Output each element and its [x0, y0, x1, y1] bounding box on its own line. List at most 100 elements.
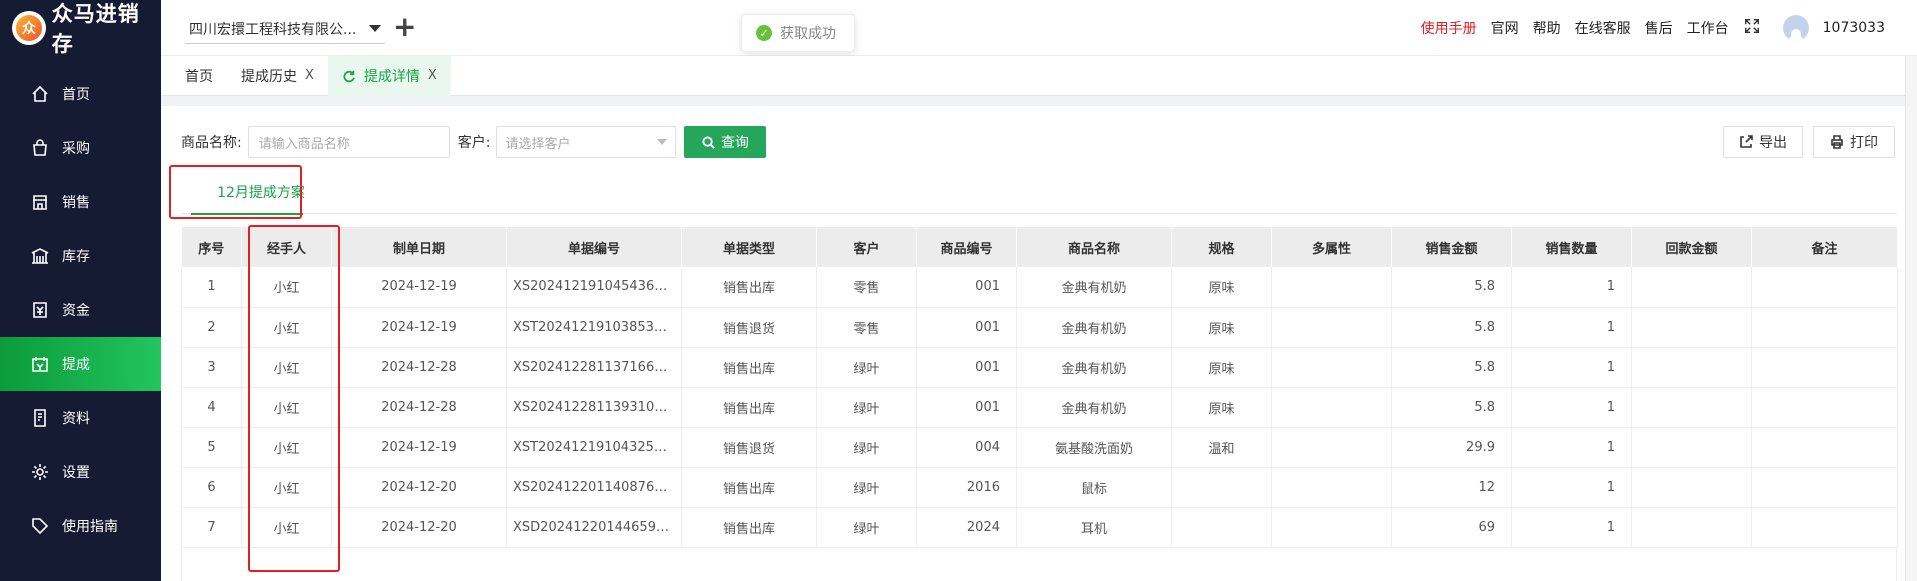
table-cell [1751, 307, 1898, 348]
table-row[interactable]: 7 小红 2024-12-20 XSD2024122014465917... 销售出库绿… [181, 507, 1898, 548]
table-cell: 小红 [241, 467, 332, 508]
table-cell: 销售出库 [681, 467, 817, 508]
column-header[interactable]: 销售金额 [1391, 227, 1512, 267]
table-cell: XS2024122011408766693 [506, 467, 682, 508]
column-header[interactable]: 商品编号 [916, 227, 1017, 267]
table-row[interactable]: 5 小红 2024-12-19 XST20241219104325623... 销售退货… [181, 427, 1898, 468]
sidebar-item-inventory[interactable]: 库存 [0, 229, 161, 283]
table-cell [1271, 507, 1392, 548]
column-header[interactable]: 单据编号 [506, 227, 682, 267]
table-row[interactable]: 1 小红 2024-12-19 XS202412191045436471... 销售出库… [181, 267, 1898, 308]
sidebar-item-guide[interactable]: 使用指南 [0, 499, 161, 553]
customer-select[interactable]: 请选择客户 [496, 126, 677, 158]
sidebar-item-label: 资金 [62, 303, 90, 319]
sidebar-item-settings[interactable]: 设置 [0, 445, 161, 499]
bag-icon [33, 139, 47, 156]
table-cell: 2024-12-20 [331, 507, 507, 548]
table-cell: 鼠标 [1016, 467, 1172, 508]
table-row[interactable]: 4 小红 2024-12-28 XS202412281139310198... 销售出库… [181, 387, 1898, 428]
link-aftersales[interactable]: 售后 [1645, 18, 1673, 38]
link-support[interactable]: 在线客服 [1575, 18, 1631, 38]
table-cell: 小红 [241, 347, 332, 388]
tab-commission-detail[interactable]: 提成详情 X [327, 55, 451, 96]
table-cell: 金典有机奶 [1016, 307, 1172, 348]
query-button[interactable]: 查询 [684, 126, 767, 158]
table-cell: 7 [181, 507, 242, 548]
table-cell: XST20241219104325623... [506, 427, 682, 468]
table-row[interactable]: 6 小红 2024-12-20 XS2024122011408766693 销售出库 绿叶… [181, 467, 1898, 508]
avatar[interactable] [1782, 15, 1809, 41]
product-name-input[interactable]: 请输入商品名称 [247, 126, 450, 158]
close-icon[interactable]: X [428, 68, 437, 83]
column-header[interactable]: 制单日期 [331, 227, 507, 267]
table-row[interactable]: 2 小红 2024-12-19 XST20241219103853511... 销售退货… [181, 307, 1898, 348]
table-cell: 销售出库 [681, 347, 817, 388]
table-cell: 小红 [241, 307, 332, 348]
link-workbench[interactable]: 工作台 [1687, 18, 1729, 38]
scrollbar[interactable] [1905, 56, 1917, 581]
table-cell: 金典有机奶 [1016, 267, 1172, 308]
sidebar-item-purchase[interactable]: 采购 [0, 121, 161, 175]
toast-message: 获取成功 [780, 26, 836, 42]
scheme-tab-december[interactable]: 12月提成方案 [181, 170, 341, 215]
sidebar: 众 众马进销存 首页采购 销售 库存资金提成 资料设置使用指南 [0, 0, 161, 581]
link-help[interactable]: 帮助 [1533, 18, 1561, 38]
link-website[interactable]: 官网 [1491, 18, 1519, 38]
column-header[interactable]: 序号 [181, 227, 242, 267]
fullscreen-icon[interactable] [1743, 17, 1761, 39]
column-header[interactable]: 经手人 [241, 227, 332, 267]
top-header: 四川宏擐工程科技有限公... + 使用手册 官网 帮助 在线客服 售后 工作台 … [161, 0, 1917, 56]
table-cell: XS202412191045436471... [506, 267, 682, 308]
add-icon[interactable]: + [393, 12, 416, 42]
warehouse-icon [31, 248, 49, 264]
logo-icon: 众 [12, 11, 46, 45]
table-cell: 69 [1391, 507, 1512, 548]
column-header[interactable]: 回款金额 [1631, 227, 1752, 267]
table-cell [1271, 427, 1392, 468]
sidebar-nav: 首页采购 销售 库存资金提成 资料设置使用指南 [0, 67, 161, 553]
column-header[interactable]: 商品名称 [1016, 227, 1172, 267]
sidebar-item-label: 首页 [62, 87, 90, 103]
column-header[interactable]: 客户 [816, 227, 917, 267]
sidebar-item-label: 使用指南 [62, 519, 118, 535]
company-name: 四川宏擐工程科技有限公... [189, 21, 357, 38]
column-header[interactable]: 规格 [1171, 227, 1272, 267]
sidebar-item-commission[interactable]: 提成 [0, 337, 161, 391]
sidebar-item-label: 设置 [62, 465, 90, 481]
tab-commission-history[interactable]: 提成历史 X [227, 56, 328, 96]
export-button[interactable]: 导出 [1723, 126, 1803, 158]
export-label: 导出 [1759, 135, 1787, 151]
table-cell: 零售 [816, 267, 917, 308]
table-cell: XSD2024122014465917... [506, 507, 682, 548]
close-icon[interactable]: X [305, 68, 314, 83]
table-cell: 3 [181, 347, 242, 388]
print-button[interactable]: 打印 [1813, 126, 1895, 158]
customer-placeholder: 请选择客户 [505, 136, 571, 152]
table-cell [1631, 467, 1752, 508]
table-row[interactable]: 3 小红 2024-12-28 XS202412281137166265... 销售出库… [181, 347, 1898, 388]
column-header[interactable]: 单据类型 [681, 227, 817, 267]
logo[interactable]: 众 众马进销存 [0, 0, 161, 56]
user-id[interactable]: 1073033 [1823, 20, 1885, 36]
table-cell: 原味 [1171, 347, 1272, 388]
sidebar-item-home[interactable]: 首页 [0, 67, 161, 121]
tab-home[interactable]: 首页 [171, 56, 227, 96]
sidebar-item-sales[interactable]: 销售 [0, 175, 161, 229]
sidebar-item-data[interactable]: 资料 [0, 391, 161, 445]
table-cell [1271, 387, 1392, 428]
table-cell: 2024-12-28 [331, 347, 507, 388]
sidebar-item-funds[interactable]: 资金 [0, 283, 161, 337]
company-select[interactable]: 四川宏擐工程科技有限公... [185, 14, 385, 44]
refresh-icon[interactable] [342, 69, 356, 83]
table-cell: 温和 [1171, 427, 1272, 468]
table-cell: 1 [1511, 307, 1632, 348]
table-cell: 5.8 [1391, 307, 1512, 348]
column-header[interactable]: 多属性 [1271, 227, 1392, 267]
table-cell [1631, 427, 1752, 468]
chevron-down-icon [657, 139, 668, 145]
link-manual[interactable]: 使用手册 [1421, 18, 1477, 38]
column-header[interactable]: 备注 [1751, 227, 1898, 267]
table-cell: 4 [181, 387, 242, 428]
column-header[interactable]: 销售数量 [1511, 227, 1632, 267]
table-cell: 小红 [241, 427, 332, 468]
